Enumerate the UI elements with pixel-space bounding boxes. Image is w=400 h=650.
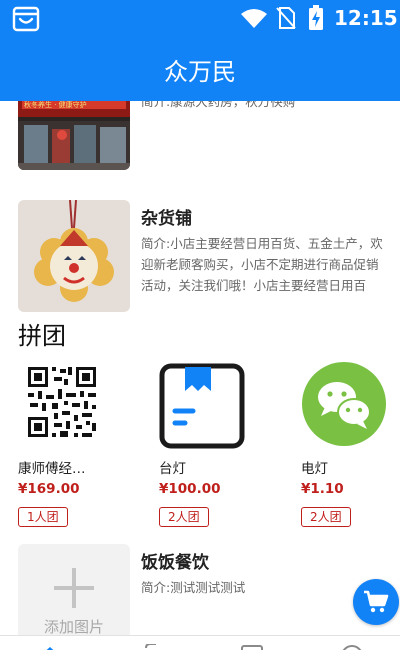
group-item-name: 电灯 <box>301 461 328 477</box>
svg-text:秋冬养生 · 健康守护: 秋冬养生 · 健康守护 <box>24 101 87 109</box>
group-item-price: ¥1.10 <box>301 481 344 497</box>
box-icon <box>159 363 245 449</box>
shop-name: 饭饭餐饮 <box>141 553 209 573</box>
add-image-placeholder[interactable]: 添加图片 <box>18 544 130 635</box>
qr-code-image <box>18 359 108 449</box>
plus-icon <box>54 568 94 608</box>
nav-message-icon[interactable] <box>240 644 264 650</box>
bottom-navigation <box>0 635 400 650</box>
shop-description: 简介:小店主要经营日用百货、五金土产，欢迎新老顾客购买，小店不定期进行商品促销活… <box>141 236 383 293</box>
page-title: 众万民 <box>164 58 236 86</box>
wechat-icon <box>302 362 386 446</box>
nav-home-icon[interactable] <box>38 644 62 650</box>
shop-thumbnail-photo: 秋冬养生 · 健康守护 <box>18 101 130 170</box>
no-sim-icon <box>276 7 296 29</box>
shop-description: 简介:测试测试测试 <box>141 580 246 595</box>
app-header: 12:15 众万民 <box>0 0 400 101</box>
add-image-label: 添加图片 <box>43 618 104 635</box>
status-bar: 12:15 <box>0 0 400 36</box>
group-buy-item[interactable]: 台灯 ¥100.00 2人团 <box>159 359 289 531</box>
group-item-price: ¥100.00 <box>159 481 221 497</box>
group-size-badge: 2人团 <box>159 507 209 527</box>
shop-thumbnail-clown <box>18 200 130 312</box>
cart-button[interactable] <box>353 579 399 625</box>
shopping-bag-icon <box>12 6 40 32</box>
status-clock: 12:15 <box>334 6 398 30</box>
shop-name: 杂货铺 <box>141 209 192 229</box>
wifi-icon <box>241 9 267 28</box>
main-content[interactable]: 秋冬养生 · 健康守护 简介:康源大药房，秋万筷购 杂货铺 简介:小店主要经营日… <box>0 101 400 635</box>
battery-charging-icon <box>309 5 323 30</box>
group-size-badge: 1人团 <box>18 507 68 527</box>
section-title-group-buy: 拼团 <box>18 322 66 350</box>
shopping-cart-icon <box>364 590 389 613</box>
group-size-badge: 2人团 <box>301 507 351 527</box>
group-item-name: 台灯 <box>159 461 186 477</box>
group-item-price: ¥169.00 <box>18 481 80 497</box>
nav-profile-icon[interactable] <box>340 644 364 650</box>
group-buy-item[interactable]: 康师傅经… ¥169.00 1人团 <box>18 359 148 531</box>
shop-description: 简介:康源大药房，秋万筷购 <box>141 101 296 109</box>
nav-category-icon[interactable] <box>140 644 164 650</box>
group-buy-item[interactable]: 电灯 ¥1.10 2人团 <box>301 359 400 531</box>
group-item-name: 康师傅经… <box>18 461 86 477</box>
